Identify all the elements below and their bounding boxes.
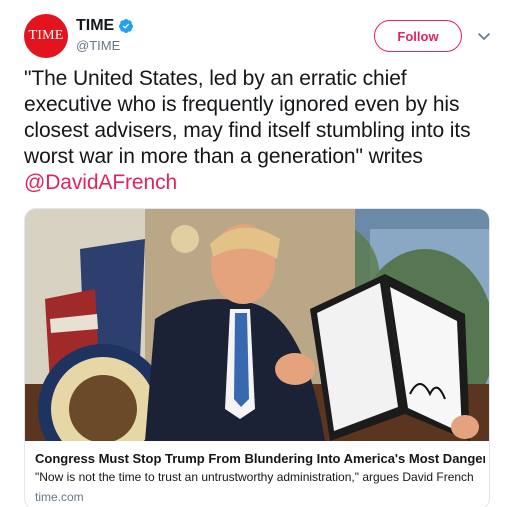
tweet-header: TIME TIME @TIME Follow [24, 14, 500, 58]
chevron-down-icon[interactable] [476, 28, 492, 44]
card-text[interactable]: Congress Must Stop Trump From Blundering… [35, 450, 485, 506]
mention-link[interactable]: @DavidAFrench [24, 171, 177, 194]
avatar-logo-text: TIME [28, 28, 64, 43]
avatar[interactable]: TIME [24, 14, 68, 58]
display-name[interactable]: TIME [76, 16, 134, 36]
user-handle[interactable]: @TIME [76, 37, 134, 55]
link-card[interactable]: Congress Must Stop Trump From Blundering… [24, 208, 490, 507]
card-description: "Now is not the time to trust an untrust… [35, 470, 474, 484]
tweet-text: "The United States, led by an erratic ch… [24, 66, 500, 196]
display-name-text: TIME [76, 17, 115, 34]
card-image[interactable] [25, 209, 490, 441]
follow-button[interactable]: Follow [374, 20, 462, 52]
author-info[interactable]: TIME @TIME [76, 16, 134, 55]
card-domain: time.com [35, 490, 84, 504]
card-title[interactable]: Congress Must Stop Trump From Blundering… [35, 450, 485, 467]
tweet-body: "The United States, led by an erratic ch… [24, 67, 471, 168]
verified-badge-icon [119, 19, 134, 33]
